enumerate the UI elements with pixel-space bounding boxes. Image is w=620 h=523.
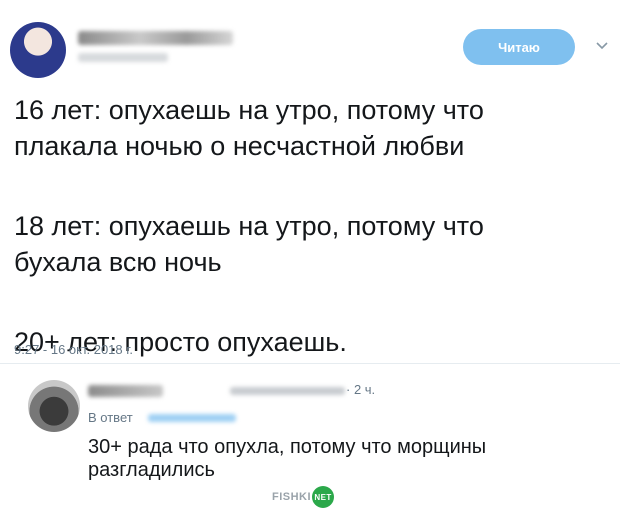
reply-time[interactable]: · 2 ч. [346,382,375,397]
replying-to-handle-blurred[interactable] [148,414,236,422]
watermark-brand: FISHKI [272,491,312,503]
reply-author-name-blurred[interactable] [88,385,163,397]
tweet-line: бухала всю ночь [14,247,222,277]
reply-line: 30+ рада что опухла, потому что морщины [88,436,487,458]
reply-text: 30+ рада что опухла, потому что морщины … [88,436,598,482]
chevron-down-icon[interactable] [595,40,609,52]
author-handle-blurred[interactable] [78,53,168,62]
fishki-watermark: FISHKI NET [272,486,335,508]
divider [0,363,620,364]
watermark-badge: NET [312,486,335,508]
author-name-blurred[interactable] [78,31,233,45]
tweet-line: плакала ночью о несчастной любви [14,131,465,161]
follow-button[interactable]: Читаю [463,29,575,65]
replying-to-label: В ответ [88,410,133,425]
tweet-line: 16 лет: опухаешь на утро, потому что [14,95,484,125]
tweet-line: 18 лет: опухаешь на утро, потому что [14,211,484,241]
tweet-timestamp[interactable]: 9:27 - 16 окт. 2018 г. [14,342,133,357]
tweet-text: 16 лет: опухаешь на утро, потому что пла… [14,92,604,360]
reply-line: разгладились [88,459,215,481]
avatar-shirt-print [20,38,56,55]
author-avatar[interactable] [10,22,66,78]
reply-avatar[interactable] [28,380,80,432]
reply-author-handle-blurred[interactable] [230,387,345,395]
